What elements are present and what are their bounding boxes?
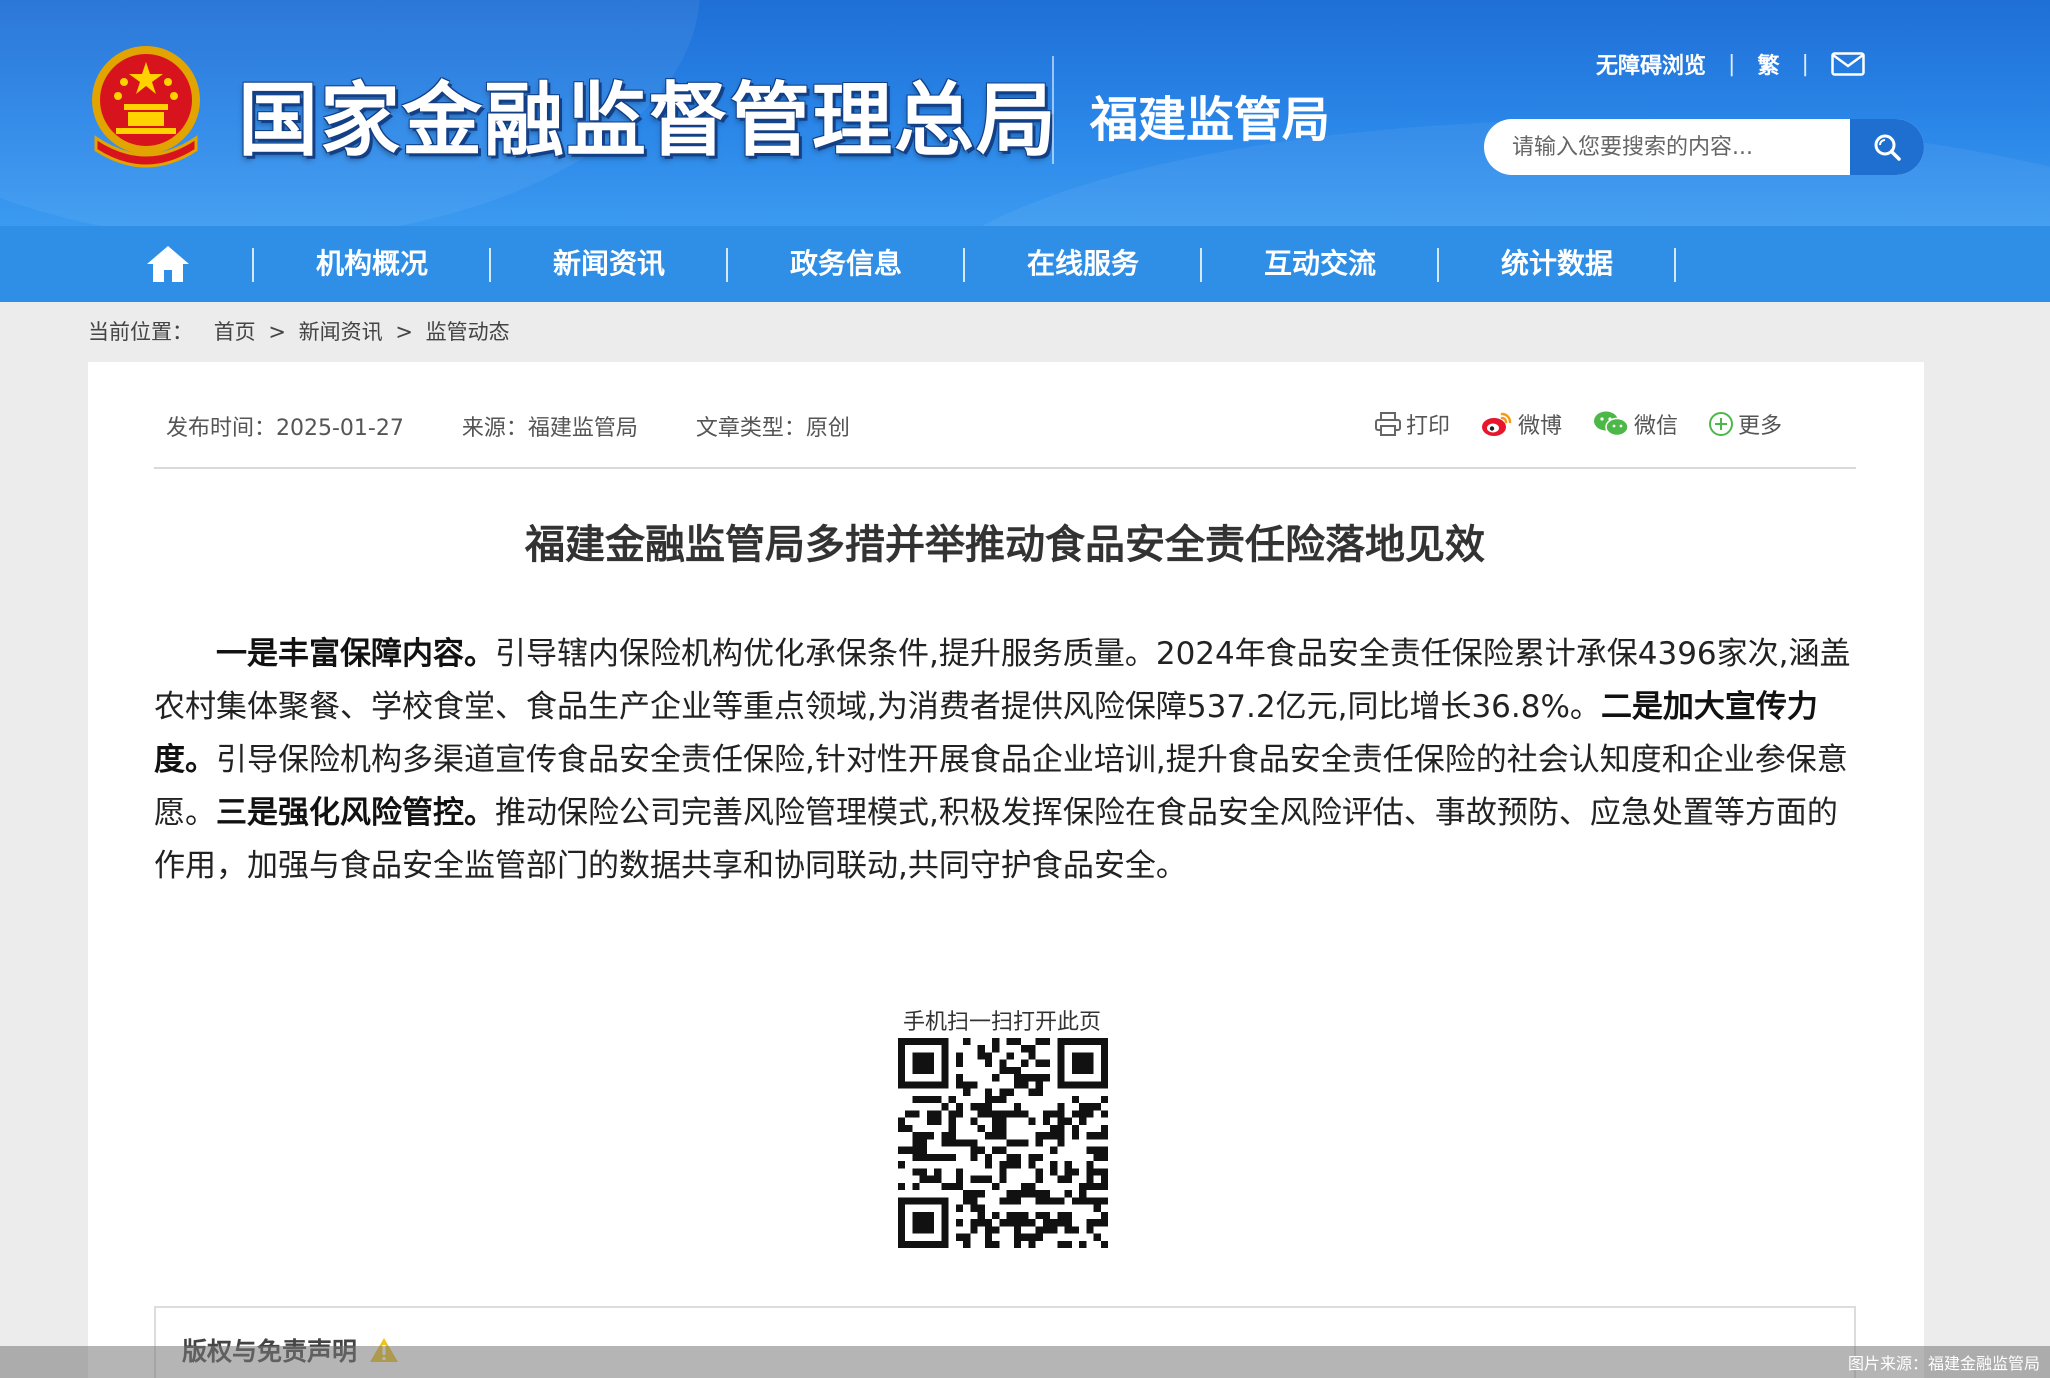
breadcrumb-separator: > [395, 320, 413, 344]
wechat-label: 微信 [1634, 414, 1679, 439]
more-label: 更多 [1738, 414, 1783, 439]
qr-label: 手机扫一扫打开此页 [902, 1010, 1101, 1035]
breadcrumb: 当前位置： 首页 > 新闻资讯 > 监管动态 [88, 316, 510, 346]
weibo-share-button[interactable]: 微博 [1480, 408, 1562, 440]
article-lead: 三是强化风险管控。 [216, 795, 495, 831]
separator: | [1801, 51, 1809, 77]
top-links: 无障碍浏览 | 繁 | [1596, 48, 1865, 80]
national-emblem-icon[interactable] [86, 42, 206, 168]
breadcrumb-separator: > [268, 320, 286, 344]
wechat-icon [1594, 411, 1629, 437]
search-input[interactable] [1484, 119, 1850, 175]
share-bar: 打印 微博 微信 更多 [1374, 408, 1782, 440]
breadcrumb-news[interactable]: 新闻资讯 [299, 320, 383, 344]
search-button[interactable] [1850, 119, 1924, 175]
article-paragraph: 一是丰富保障内容。引导辖内保险机构优化承保条件,提升服务质量。2024年食品安全… [154, 628, 1856, 893]
site-header: 国家金融监督管理总局 福建监管局 无障碍浏览 | 繁 | [0, 0, 2050, 226]
sub-title[interactable]: 福建监管局 [1090, 80, 1330, 150]
traditional-chinese-link[interactable]: 繁 [1757, 48, 1779, 80]
nav-item-government-info[interactable]: 政务信息 [728, 226, 964, 302]
meta-divider [154, 467, 1856, 469]
image-credit: 图片来源：福建金融监管局 [1847, 1354, 2040, 1373]
search-icon [1874, 134, 1901, 161]
nav-separator [1674, 248, 1676, 282]
breadcrumb-current[interactable]: 监管动态 [426, 320, 510, 344]
accessibility-link[interactable]: 无障碍浏览 [1596, 48, 1706, 80]
site-title[interactable]: 国家金融监督管理总局 [238, 56, 1058, 172]
article-lead: 一是丰富保障内容。 [216, 636, 495, 672]
nav-item-statistics[interactable]: 统计数据 [1439, 226, 1675, 302]
weibo-label: 微博 [1518, 414, 1563, 439]
publish-time: 发布时间：2025-01-27 [166, 416, 404, 441]
header-divider [1052, 56, 1054, 164]
nav-home[interactable] [140, 240, 196, 288]
weibo-icon [1482, 412, 1512, 436]
article-body: 一是丰富保障内容。引导辖内保险机构优化承保条件,提升服务质量。2024年食品安全… [154, 628, 1856, 893]
print-button[interactable]: 打印 [1374, 408, 1450, 440]
home-icon [147, 246, 189, 282]
mail-icon[interactable] [1831, 52, 1865, 76]
search-box [1484, 119, 1924, 175]
more-share-button[interactable]: 更多 [1708, 408, 1782, 440]
print-label: 打印 [1406, 414, 1451, 439]
image-credit-bar [0, 1346, 2050, 1378]
separator: | [1728, 51, 1736, 77]
nav-item-online-service[interactable]: 在线服务 [965, 226, 1201, 302]
article-source: 来源：福建监管局 [461, 416, 638, 441]
nav-item-news[interactable]: 新闻资讯 [491, 226, 727, 302]
wechat-share-button[interactable]: 微信 [1592, 408, 1678, 440]
main-nav: 机构概况 新闻资讯 政务信息 在线服务 互动交流 统计数据 [0, 226, 2050, 302]
breadcrumb-home[interactable]: 首页 [214, 320, 256, 344]
article-type: 文章类型：原创 [695, 416, 850, 441]
qr-code [898, 1038, 1108, 1248]
article-meta: 发布时间：2025-01-27 来源：福建监管局 文章类型：原创 [166, 410, 908, 442]
article-title: 福建金融监管局多措并举推动食品安全责任险落地见效 [525, 522, 1485, 568]
nav-item-interaction[interactable]: 互动交流 [1202, 226, 1438, 302]
breadcrumb-label: 当前位置： [88, 320, 193, 344]
nav-item-institution[interactable]: 机构概况 [254, 226, 490, 302]
printer-icon [1375, 412, 1401, 436]
plus-circle-icon [1709, 412, 1734, 436]
